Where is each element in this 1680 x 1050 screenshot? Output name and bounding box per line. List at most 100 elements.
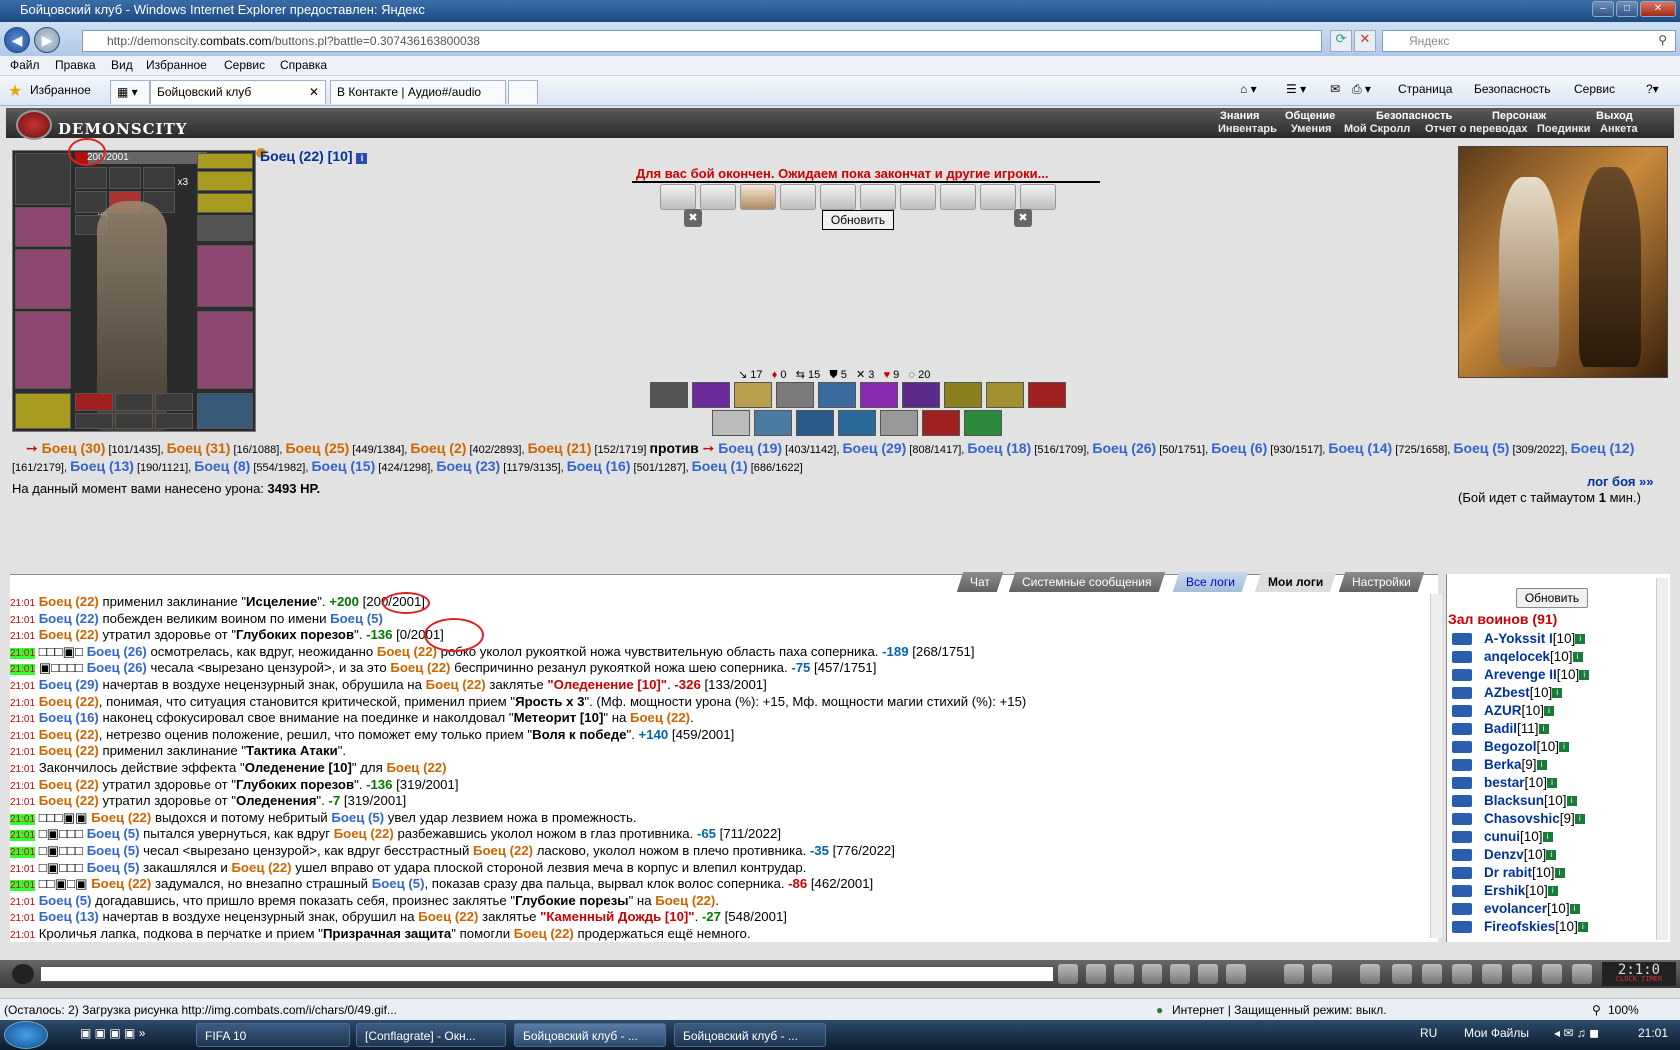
close-window-button[interactable]: ✕ xyxy=(1640,1,1676,17)
minimize-button[interactable]: – xyxy=(1592,1,1614,17)
private-arrow-icon[interactable] xyxy=(1452,777,1472,790)
info-icon[interactable]: i xyxy=(1566,796,1577,807)
amulet-slot[interactable] xyxy=(197,153,253,169)
info-icon[interactable]: i xyxy=(1542,832,1553,843)
boots-slot[interactable] xyxy=(197,393,253,429)
item-slot[interactable]: x5 xyxy=(75,191,108,222)
spell-icon[interactable] xyxy=(650,382,688,408)
medkit-slot[interactable] xyxy=(75,393,113,411)
action-icon[interactable] xyxy=(1512,964,1532,984)
info-icon[interactable]: i xyxy=(1547,778,1558,789)
player-row[interactable]: AZbest[10] i xyxy=(1452,684,1652,702)
search-input[interactable]: Яндекс ⚲ xyxy=(1382,30,1676,52)
player-row[interactable]: Fireofskies[10] i xyxy=(1452,918,1652,936)
magnifier-icon[interactable]: ⚲ xyxy=(1658,33,1667,47)
fighter-name[interactable]: Боец (6) xyxy=(1211,440,1267,456)
action-icon[interactable] xyxy=(1542,964,1562,984)
fighter-link[interactable]: Боец (26) xyxy=(87,660,147,675)
skull-icon[interactable]: ✖ xyxy=(684,209,702,227)
player-row[interactable]: AZUR[10] i xyxy=(1452,702,1652,720)
sound-icon[interactable] xyxy=(1226,964,1246,984)
fighter-link[interactable]: Боец (22) xyxy=(91,876,151,891)
speed-icon[interactable] xyxy=(1198,964,1218,984)
fighter-link[interactable]: Боец (22) xyxy=(39,627,99,642)
private-arrow-icon[interactable] xyxy=(1452,759,1472,772)
player-row[interactable]: Ershik[10] i xyxy=(1452,882,1652,900)
fighter-name[interactable]: Боец (5) xyxy=(1453,440,1509,456)
player-row[interactable]: Denzv[10] i xyxy=(1452,846,1652,864)
language-indicator[interactable]: RU xyxy=(1420,1026,1437,1040)
item-slot[interactable] xyxy=(109,167,141,189)
star-icon[interactable]: ★ xyxy=(8,81,22,101)
spell-icon[interactable] xyxy=(818,382,856,408)
info-icon[interactable]: i xyxy=(1569,904,1580,915)
weapon-right-slot[interactable] xyxy=(197,245,253,307)
fighter-name[interactable]: Боец (13) xyxy=(70,458,134,474)
fighter-link[interactable]: Боец (22) xyxy=(39,594,99,609)
menu-edit[interactable]: Правка xyxy=(55,58,96,72)
smiley-icon[interactable] xyxy=(1284,964,1304,984)
forward-button[interactable]: ▶ xyxy=(34,27,60,53)
bracer-slot[interactable] xyxy=(197,215,253,241)
tab-all-logs[interactable]: Все логи xyxy=(1172,572,1249,592)
fighter-name[interactable]: Боец (21) xyxy=(528,440,592,456)
stop-icon[interactable]: ✕ xyxy=(1354,30,1376,52)
fighter-link[interactable]: Боец (5) xyxy=(87,843,140,858)
fighter-name[interactable]: Боец (29) xyxy=(842,440,906,456)
player-name[interactable]: Badil xyxy=(1484,721,1517,736)
fighter-name[interactable]: Боец (8) xyxy=(194,458,250,474)
skull-icon[interactable]: ✖ xyxy=(1014,209,1032,227)
info-icon[interactable]: i xyxy=(1536,760,1547,771)
scroll-slot[interactable] xyxy=(860,184,896,210)
private-arrow-icon[interactable] xyxy=(1452,831,1472,844)
fighter-link[interactable]: Боец (22) xyxy=(514,926,574,941)
player-name[interactable]: AZUR xyxy=(1484,703,1522,718)
player-name[interactable]: cunui xyxy=(1484,829,1520,844)
menu-help[interactable]: Справка xyxy=(280,58,327,72)
refresh-icon[interactable]: ⟳ xyxy=(1330,30,1352,52)
fighter-link[interactable]: Боец (22) xyxy=(39,694,99,709)
private-arrow-icon[interactable] xyxy=(1452,921,1472,934)
player-name[interactable]: Begozol xyxy=(1484,739,1537,754)
spell-icon[interactable] xyxy=(838,410,876,436)
scroll-slot[interactable] xyxy=(780,184,816,210)
fighter-link[interactable]: Боец (5) xyxy=(39,893,92,908)
fighter-link[interactable]: Боец (22) xyxy=(334,826,394,841)
close-tab-icon[interactable]: ✕ xyxy=(309,85,319,99)
spell-icon[interactable] xyxy=(754,410,792,436)
nav-inventory[interactable]: Инвентарь xyxy=(1218,123,1277,135)
ring-slot[interactable] xyxy=(197,171,253,191)
fighter-name[interactable]: Боец (1) xyxy=(692,458,748,474)
send-icon[interactable] xyxy=(1058,964,1078,984)
log-scrollbar[interactable] xyxy=(1430,594,1442,938)
player-name[interactable]: Ershik xyxy=(1484,883,1525,898)
safety-menu[interactable]: Безопасность xyxy=(1474,82,1551,96)
clock-timer[interactable]: 2:1:0 CLOCK TIMER xyxy=(1602,962,1676,986)
player-row[interactable]: Arevenge II[10] i xyxy=(1452,666,1652,684)
scroll-slot[interactable] xyxy=(740,184,776,210)
player-name[interactable]: bestar xyxy=(1484,775,1525,790)
fighter-link[interactable]: Боец (22) xyxy=(655,893,715,908)
fighter-link[interactable]: Боец (22) xyxy=(473,843,533,858)
tab-my-logs[interactable]: Мои логи xyxy=(1254,572,1337,592)
spell-icon[interactable] xyxy=(880,410,918,436)
fighter-link[interactable]: Боец (22) xyxy=(39,727,99,742)
spell-icon[interactable] xyxy=(964,410,1002,436)
fighter-name[interactable]: Боец (2) xyxy=(410,440,466,456)
nav-my-scroll[interactable]: Мой Скролл xyxy=(1344,123,1410,135)
action-icon[interactable] xyxy=(1360,964,1380,984)
taskbar-item-combats-2[interactable]: Бойцовский клуб - ... xyxy=(674,1023,826,1047)
action-icon[interactable] xyxy=(1422,964,1442,984)
tab-combats[interactable]: Бойцовский клуб ✕ xyxy=(150,80,326,104)
fighter-link[interactable]: Боец (5) xyxy=(372,876,425,891)
nav-transfers[interactable]: Отчет о переводах xyxy=(1425,123,1528,135)
chat-mode-icon[interactable] xyxy=(12,964,34,984)
battle-log-link[interactable]: лог боя »» xyxy=(1587,474,1654,489)
fighter-link[interactable]: Боец (5) xyxy=(87,826,140,841)
tab-settings[interactable]: Настройки xyxy=(1338,572,1425,592)
info-icon[interactable]: i xyxy=(1547,886,1558,897)
exit-icon[interactable] xyxy=(1572,964,1592,984)
gloves-slot[interactable] xyxy=(15,207,71,247)
my-files-toolbar[interactable]: Мои Файлы xyxy=(1464,1026,1529,1040)
page-menu[interactable]: Страница xyxy=(1398,82,1452,96)
